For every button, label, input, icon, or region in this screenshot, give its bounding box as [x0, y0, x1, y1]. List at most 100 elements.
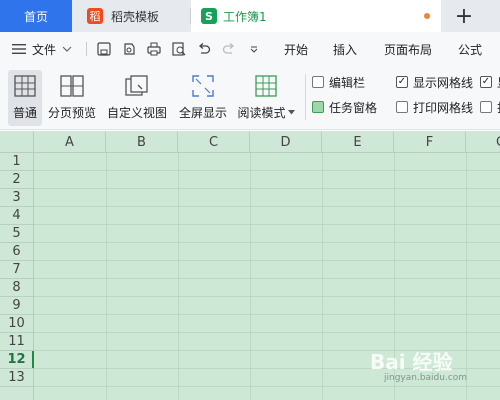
custom-view-button[interactable]: 自定义视图	[106, 70, 168, 126]
gridline	[34, 278, 500, 279]
watermark-main: Bai 经验	[370, 350, 453, 374]
hamburger-icon	[12, 44, 26, 54]
tab-daoke-templates[interactable]: 稻 稻壳模板	[73, 0, 190, 32]
column-header[interactable]: A	[34, 131, 106, 153]
gridline	[106, 153, 107, 400]
tab-home-label: 首页	[23, 9, 48, 24]
tab-bar: 首页 稻 稻壳模板 S 工作簿1 +	[0, 0, 500, 32]
column-header-bar: A B C D E F G	[0, 131, 500, 153]
file-menu-label: 文件	[32, 42, 57, 57]
reading-mode-button[interactable]: 阅读模式	[236, 70, 296, 126]
full-screen-icon	[189, 72, 217, 100]
row-header[interactable]: 11	[0, 333, 33, 351]
checkbox-unchecked-icon	[396, 101, 408, 113]
print-icon[interactable]	[146, 41, 162, 57]
export-icon[interactable]	[121, 41, 137, 57]
menu-tab-page-layout[interactable]: 页面布局	[384, 32, 432, 66]
show-gridlines-label: 显示网格线	[413, 75, 474, 90]
custom-view-label: 自定义视图	[106, 106, 167, 120]
column-header[interactable]: D	[250, 131, 322, 153]
menu-tab-insert[interactable]: 插入	[333, 32, 357, 66]
formula-bar-checkbox[interactable]: 编辑栏	[312, 73, 365, 91]
print-gridlines-checkbox[interactable]: 打印网格线	[396, 98, 473, 116]
file-menu[interactable]: 文件	[12, 32, 72, 66]
row-header[interactable]: 8	[0, 279, 33, 297]
row-header-bar: 1 2 3 4 5 6 7 8 9 10 11 12 13	[0, 153, 34, 400]
menu-tab-home[interactable]: 开始	[284, 32, 308, 66]
menu-divider	[86, 42, 87, 56]
undo-icon[interactable]	[196, 41, 212, 57]
print-preview-icon[interactable]	[171, 41, 187, 57]
checkbox-unchecked-icon	[480, 101, 492, 113]
gridline	[322, 153, 323, 400]
gridline	[178, 153, 179, 400]
tab-workbook-label: 工作簿1	[223, 9, 267, 24]
row-header[interactable]: 3	[0, 189, 33, 207]
new-tab-button[interactable]: +	[446, 0, 482, 32]
formula-bar-label: 编辑栏	[329, 75, 366, 90]
full-screen-button[interactable]: 全屏显示	[176, 70, 230, 126]
select-all-corner[interactable]	[0, 131, 34, 153]
column-header[interactable]: C	[178, 131, 250, 153]
gridline	[34, 386, 500, 387]
gridline	[250, 153, 251, 400]
column-header[interactable]: F	[394, 131, 466, 153]
checkbox-unchecked-icon	[312, 76, 324, 88]
task-pane-checkbox[interactable]: 任务窗格	[312, 98, 377, 116]
print-gridlines-label: 打印网格线	[413, 100, 474, 115]
column-header[interactable]: E	[322, 131, 394, 153]
row-header[interactable]: 4	[0, 207, 33, 225]
custom-view-icon	[123, 72, 151, 100]
spreadsheet-logo-icon: S	[201, 8, 217, 24]
gridline	[34, 260, 500, 261]
watermark: Bai 经验 jingyan.baidu.com	[370, 346, 467, 383]
redo-icon[interactable]	[221, 41, 237, 57]
reading-mode-label-wrap: 阅读模式	[237, 104, 295, 121]
row-header[interactable]: 13	[0, 369, 33, 387]
row-header[interactable]: 10	[0, 315, 33, 333]
menu-tab-formulas[interactable]: 公式	[458, 32, 482, 66]
caret-down-icon	[287, 110, 295, 115]
tab-daoke-label: 稻壳模板	[111, 9, 160, 24]
ribbon-divider	[305, 74, 306, 120]
gridline	[34, 188, 500, 189]
reading-mode-label: 阅读模式	[237, 106, 286, 120]
gridline	[34, 170, 500, 171]
tab-home[interactable]: 首页	[0, 0, 72, 32]
row-header[interactable]: 6	[0, 243, 33, 261]
column-header[interactable]: B	[106, 131, 178, 153]
gridline	[34, 206, 500, 207]
view-page-break-label: 分页预览	[47, 106, 96, 120]
row-header[interactable]: 7	[0, 261, 33, 279]
gridline	[34, 224, 500, 225]
column-header[interactable]: G	[466, 131, 500, 153]
reading-mode-icon	[252, 72, 280, 100]
view-page-break-button[interactable]: 分页预览	[47, 70, 97, 126]
daoke-logo-icon: 稻	[87, 8, 103, 24]
task-pane-label: 任务窗格	[329, 100, 378, 115]
gridline	[34, 314, 500, 315]
view-normal-button[interactable]: 普通	[8, 70, 42, 126]
checkbox-checked-icon: ✓	[480, 76, 492, 88]
row-header-active[interactable]: 12	[0, 351, 34, 369]
row-header[interactable]: 2	[0, 171, 33, 189]
show-gridlines-checkbox[interactable]: ✓ 显示网格线	[396, 73, 473, 91]
menu-tab-home-label: 开始	[284, 42, 309, 57]
menu-tab-insert-label: 插入	[333, 42, 358, 57]
menu-tab-page-layout-label: 页面布局	[384, 42, 433, 57]
row-header[interactable]: 1	[0, 153, 33, 171]
full-screen-label: 全屏显示	[178, 106, 227, 120]
row-header[interactable]: 5	[0, 225, 33, 243]
normal-view-icon	[11, 72, 39, 100]
chevron-down-icon	[62, 46, 72, 52]
show-headers-checkbox[interactable]: ✓ 显	[480, 73, 500, 91]
tab-workbook[interactable]: S 工作簿1	[191, 0, 441, 32]
menu-bar: 文件 开始 插入 页面布局 公式	[0, 32, 500, 66]
save-icon[interactable]	[96, 41, 112, 57]
menu-tab-formulas-label: 公式	[458, 42, 483, 57]
checkbox-indeterminate-icon	[312, 101, 324, 113]
checkbox-checked-icon: ✓	[396, 76, 408, 88]
print-headers-checkbox[interactable]: 打	[480, 98, 500, 116]
row-header[interactable]: 9	[0, 297, 33, 315]
quick-access-dropdown-icon[interactable]	[246, 41, 262, 57]
